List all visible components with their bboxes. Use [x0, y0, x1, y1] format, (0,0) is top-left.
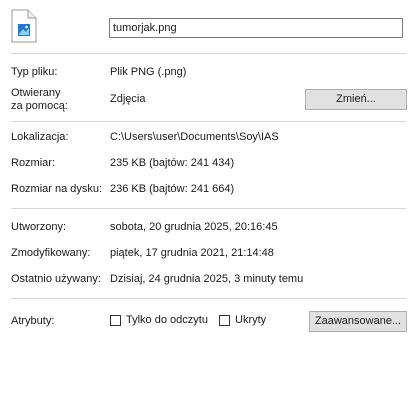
- modified-label: Zmodyfikowany:: [11, 247, 91, 259]
- separator: [11, 298, 406, 299]
- size-on-disk-label: Rozmiar na dysku:: [11, 183, 103, 195]
- created-value: sobota, 20 grudnia 2025, 20:16:45: [110, 221, 278, 233]
- location-label: Lokalizacja:: [11, 131, 69, 143]
- hidden-label: Ukryty: [235, 314, 267, 326]
- type-label: Typ pliku:: [11, 66, 58, 78]
- checkbox-box[interactable]: [219, 314, 230, 326]
- png-file-icon: [11, 9, 37, 43]
- read-only-checkbox[interactable]: Tylko do odczytu: [110, 314, 208, 326]
- advanced-button[interactable]: Zaawansowane...: [309, 311, 407, 332]
- opens-with-label-line2: za pomocą:: [11, 100, 68, 112]
- size-on-disk-value: 236 KB (bajtów: 241 664): [110, 183, 235, 195]
- attributes-label: Atrybuty:: [11, 315, 55, 327]
- hidden-checkbox[interactable]: Ukryty: [219, 314, 266, 326]
- opens-with-value: Zdjęcia: [110, 93, 146, 105]
- created-label: Utworzony:: [11, 221, 67, 233]
- change-button[interactable]: Zmień...: [305, 89, 407, 110]
- checkbox-box[interactable]: [110, 314, 121, 326]
- modified-value: piątek, 17 grudnia 2021, 21:14:48: [110, 247, 274, 259]
- separator: [11, 121, 406, 122]
- accessed-value: Dzisiaj, 24 grudnia 2025, 3 minuty temu: [110, 273, 304, 285]
- filename-input[interactable]: [109, 18, 403, 38]
- size-value: 235 KB (bajtów: 241 434): [110, 157, 235, 169]
- read-only-label: Tylko do odczytu: [126, 314, 208, 326]
- type-value: Plik PNG (.png): [110, 66, 187, 78]
- accessed-label: Ostatnio używany:: [11, 273, 101, 285]
- location-value: C:\Users\user\Documents\Soy\IAS: [110, 131, 279, 143]
- separator: [11, 53, 406, 54]
- opens-with-label-line1: Otwierany: [11, 87, 61, 99]
- separator: [11, 208, 406, 209]
- size-label: Rozmiar:: [11, 157, 56, 169]
